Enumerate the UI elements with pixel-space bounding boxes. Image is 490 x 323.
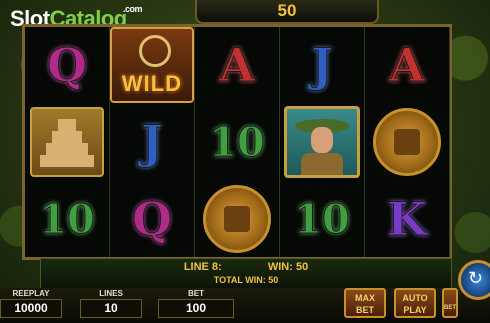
reel-cell: 10 [195,104,279,180]
bet-small-button[interactable]: BET [442,288,458,318]
reel-5: AK [365,27,450,257]
symbol-q: Q [46,38,88,93]
symbol-a: A [219,38,256,93]
total-win-label: TOTAL WIN: 50 [213,275,279,285]
freeplay-value: 10000 [0,299,62,318]
reel-2: WILD J Q [110,27,195,257]
symbol-wild: WILD [110,27,194,103]
win-amount: 50 [277,1,297,20]
win-display: 50 [195,0,379,24]
reel-cell: 10 [25,181,109,257]
reel-1: Q 10 [25,27,110,257]
reel-cell: K [365,181,449,257]
reel-cell [195,181,279,257]
spin-arrow-icon: ↻ [468,268,484,288]
symbol-j: J [311,38,334,93]
reel-cell: WILD [110,27,194,103]
symbol-10: 10 [294,195,351,243]
symbol-10: 10 [39,195,96,243]
reel-cell: Q [25,27,109,103]
reel-grid: Q 10 WILD J Q A 10 J 10 A K [22,24,452,260]
symbol-k: K [387,192,428,247]
win-info-bar: LINE 8: WIN: 50 TOTAL WIN: 50 [40,258,452,290]
symbol-10: 10 [209,118,266,166]
bet-field[interactable]: BET 100 [158,288,234,321]
reel-cell: J [110,104,194,180]
symbol-temple [30,107,104,177]
symbol-aztec-coin [373,108,441,176]
line-label: LINE 8: [183,261,222,273]
symbol-a: A [389,38,426,93]
reel-3: A 10 [195,27,280,257]
reel-cell [365,104,449,180]
reel-4: J 10 [280,27,365,257]
bet-value[interactable]: 100 [158,299,234,318]
symbol-j: J [141,115,164,170]
spin-button[interactable]: ↻ [458,260,490,300]
reel-cell: Q [110,181,194,257]
reel-cell: 10 [280,181,364,257]
line-win-label: WIN: 50 [267,261,309,273]
reel-cell [25,104,109,180]
lines-field[interactable]: LINES 10 [80,288,142,321]
freeplay-field: REEPLAY 10000 [0,288,62,321]
symbol-aztec-coin [203,185,271,253]
auto-play-button[interactable]: AUTO PLAY [394,288,436,318]
lines-value[interactable]: 10 [80,299,142,318]
reel-cell: A [195,27,279,103]
reel-cell [280,104,364,180]
reel-cell: J [280,27,364,103]
max-bet-button[interactable]: MAX BET [344,288,386,318]
control-panel: REEPLAY 10000 LINES 10 BET 100 MAX BET AU… [0,288,490,323]
symbol-q: Q [131,192,173,247]
reel-cell: A [365,27,449,103]
symbol-explorer [284,106,360,178]
